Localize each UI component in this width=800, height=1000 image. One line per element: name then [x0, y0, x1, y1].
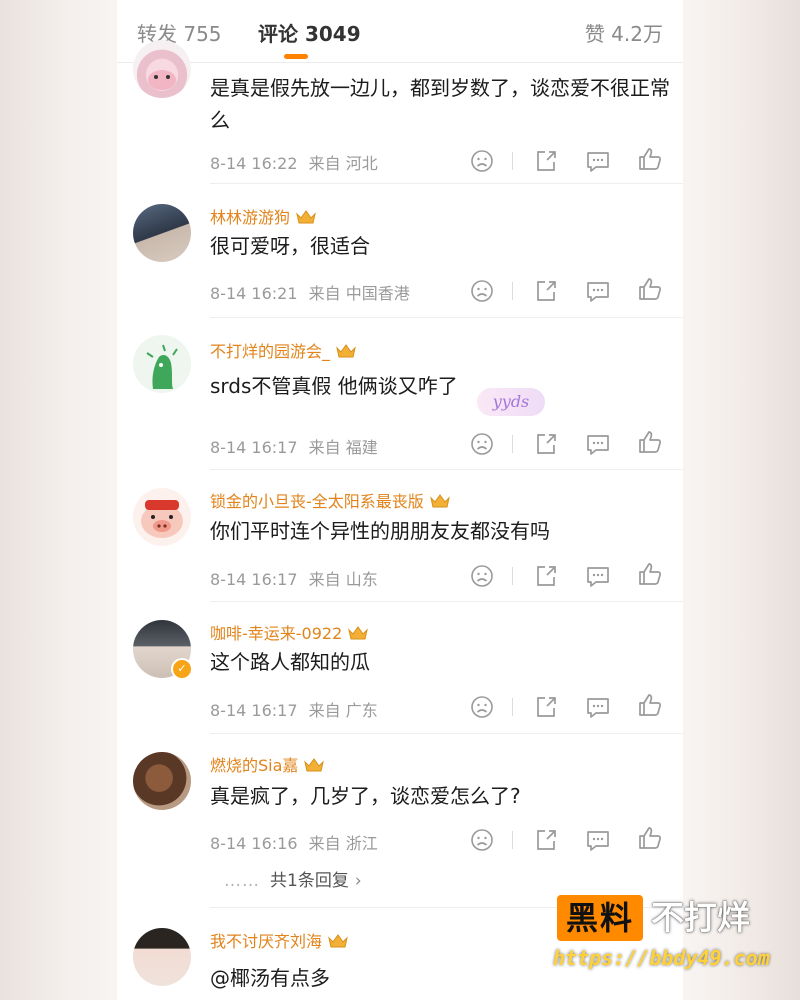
comment-meta: 8-14 16:17 来自 广东	[210, 697, 378, 721]
comment-location: 来自 广东	[308, 701, 378, 720]
comment-username[interactable]: 不打烊的园游会_	[210, 338, 357, 362]
comment-item: 是真是假先放一边儿，都到岁数了，谈恋爱不很正常么 8-14 16:22 来自 河…	[117, 40, 683, 184]
divider	[512, 152, 513, 170]
like-icon[interactable]	[637, 692, 663, 718]
like-icon[interactable]	[637, 825, 663, 851]
avatar[interactable]	[133, 335, 191, 393]
comment-time: 8-14 16:21	[210, 284, 298, 303]
sad-face-icon[interactable]	[469, 278, 495, 304]
like-icon[interactable]	[637, 429, 663, 455]
tab-bar: 转发 755 评论 3049 赞 4.2万	[117, 0, 683, 63]
divider	[512, 567, 513, 585]
comment-username[interactable]: 锁金的小旦丧-全太阳系最丧版	[210, 488, 451, 512]
sad-face-icon[interactable]	[469, 563, 495, 589]
sad-face-icon[interactable]	[469, 827, 495, 853]
ellipsis-icon: ……	[224, 871, 260, 891]
comment-location: 来自 中国香港	[308, 284, 410, 303]
comment-text: 真是疯了，几岁了，谈恋爱怎么了?	[210, 784, 521, 808]
comment-item: 不打烊的园游会_ srds不管真假 他俩谈又咋了 yyds 8-14 16:17…	[117, 318, 683, 470]
comment-location: 来自 山东	[308, 570, 378, 589]
crown-icon	[347, 625, 369, 641]
chevron-right-icon: ›	[354, 871, 362, 891]
sticker-image: yyds	[477, 388, 545, 416]
divider	[512, 831, 513, 849]
crown-icon	[303, 757, 325, 773]
comment-item: ✓ 咖啡-幸运来-0922 这个路人都知的瓜 8-14 16:17 来自 广东	[117, 602, 683, 734]
like-icon[interactable]	[637, 276, 663, 302]
sad-face-icon[interactable]	[469, 431, 495, 457]
comment-icon[interactable]	[585, 563, 611, 589]
repost-icon[interactable]	[533, 278, 559, 304]
comment-text: 你们平时连个异性的朋朋友友都没有吗	[210, 519, 550, 543]
like-icon[interactable]	[637, 561, 663, 587]
sad-face-icon[interactable]	[469, 148, 495, 174]
comment-text: 这个路人都知的瓜	[210, 650, 370, 674]
repost-icon[interactable]	[533, 563, 559, 589]
comment-text: 很可爱呀，很适合	[210, 234, 370, 258]
repost-icon[interactable]	[533, 694, 559, 720]
comment-location: 来自 福建	[308, 438, 378, 457]
comment-icon[interactable]	[585, 278, 611, 304]
comment-time: 8-14 16:16	[210, 834, 298, 853]
comment-time: 8-14 16:22	[210, 154, 298, 173]
comment-time: 8-14 16:17	[210, 438, 298, 457]
view-replies-link[interactable]: …… 共1条回复 ›	[224, 866, 362, 891]
active-tab-indicator	[284, 54, 308, 59]
comment-text: 是真是假先放一边儿，都到岁数了，谈恋爱不很正常么	[210, 76, 670, 132]
verified-icon: ✓	[171, 658, 193, 680]
tab-comments[interactable]: 评论 3049	[258, 18, 361, 47]
like-icon[interactable]	[637, 146, 663, 172]
comment-text: srds不管真假 他俩谈又咋了	[210, 374, 458, 398]
crown-icon	[335, 343, 357, 359]
comment-location: 来自 河北	[308, 154, 378, 173]
repost-icon[interactable]	[533, 827, 559, 853]
divider	[512, 698, 513, 716]
comment-icon[interactable]	[585, 148, 611, 174]
crown-icon	[327, 933, 349, 949]
avatar[interactable]	[133, 752, 191, 810]
comment-time: 8-14 16:17	[210, 570, 298, 589]
avatar[interactable]	[133, 488, 191, 546]
divider	[512, 435, 513, 453]
repost-icon[interactable]	[533, 148, 559, 174]
weibo-comment-screen: 转发 755 评论 3049 赞 4.2万 是真是假先放一边儿，都到岁数了，谈恋…	[117, 0, 683, 1000]
comment-username[interactable]: 林林游游狗	[210, 204, 317, 228]
comment-icon[interactable]	[585, 827, 611, 853]
comment-item: 锁金的小旦丧-全太阳系最丧版 你们平时连个异性的朋朋友友都没有吗 8-14 16…	[117, 470, 683, 602]
sad-face-icon[interactable]	[469, 694, 495, 720]
comment-username[interactable]: 燃烧的Sia嘉	[210, 752, 325, 776]
comment-location: 来自 浙江	[308, 834, 378, 853]
comment-meta: 8-14 16:17 来自 山东	[210, 566, 378, 590]
avatar[interactable]	[133, 204, 191, 262]
watermark-logo: 黑料	[557, 895, 643, 941]
crown-icon	[429, 493, 451, 509]
comment-username[interactable]: 我不讨厌齐刘海	[210, 928, 349, 952]
watermark-url: https://bbdy49.com	[553, 946, 770, 970]
comment-username[interactable]: 咖啡-幸运来-0922	[210, 620, 369, 644]
comment-item: 燃烧的Sia嘉 真是疯了，几岁了，谈恋爱怎么了? 8-14 16:16 来自 浙…	[117, 734, 683, 908]
tab-likes[interactable]: 赞 4.2万	[585, 18, 663, 47]
comment-icon[interactable]	[585, 431, 611, 457]
comment-item: 林林游游狗 很可爱呀，很适合 8-14 16:21 来自 中国香港	[117, 184, 683, 318]
repost-icon[interactable]	[533, 431, 559, 457]
comment-meta: 8-14 16:21 来自 中国香港	[210, 280, 410, 304]
comment-icon[interactable]	[585, 694, 611, 720]
avatar[interactable]	[133, 928, 191, 986]
comment-meta: 8-14 16:17 来自 福建	[210, 434, 378, 458]
watermark-slogan: 不打烊	[651, 898, 750, 937]
divider	[512, 282, 513, 300]
crown-icon	[295, 209, 317, 225]
comment-meta: 8-14 16:22 来自 河北	[210, 150, 378, 174]
comment-time: 8-14 16:17	[210, 701, 298, 720]
comment-meta: 8-14 16:16 来自 浙江	[210, 830, 378, 854]
avatar[interactable]	[133, 40, 191, 98]
